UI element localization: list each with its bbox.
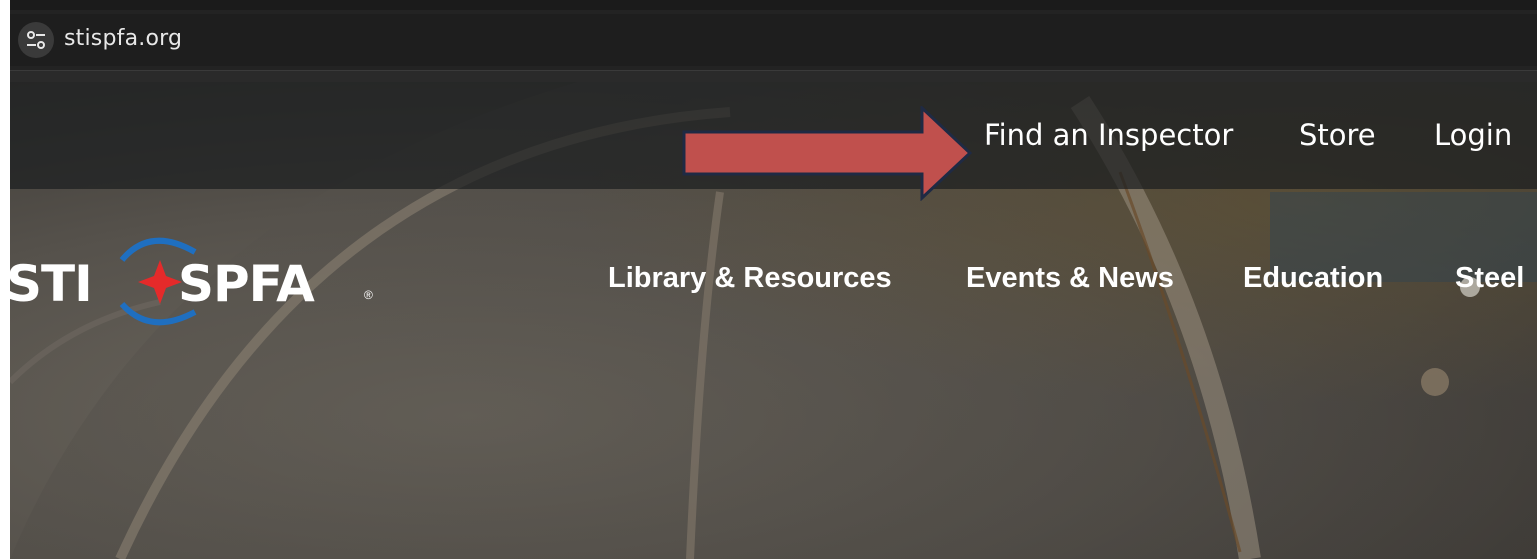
site-info-button[interactable] (18, 22, 54, 58)
login-link[interactable]: Login (1434, 118, 1512, 152)
hero-section: Find an Inspector Store Login STI SPFA ®… (10, 82, 1537, 559)
sti-spfa-logo[interactable]: STI SPFA ® (10, 232, 390, 332)
toolbar-divider (10, 70, 1537, 82)
logo-text-sti: STI (10, 255, 93, 313)
find-inspector-link[interactable]: Find an Inspector (984, 118, 1233, 152)
logo-text-spfa: SPFA (178, 255, 315, 313)
nav-education[interactable]: Education (1243, 262, 1383, 295)
tab-strip-edge (10, 0, 1537, 10)
store-link[interactable]: Store (1299, 118, 1376, 152)
url-text[interactable]: stispfa.org (64, 26, 182, 51)
left-margin (0, 0, 10, 559)
annotation-arrow-icon (682, 106, 972, 201)
nav-steel[interactable]: Steel (1455, 262, 1524, 295)
omnibox[interactable]: stispfa.org (10, 14, 1537, 66)
registered-mark: ® (364, 288, 373, 302)
nav-events-news[interactable]: Events & News (966, 262, 1174, 295)
browser-address-bar: stispfa.org (10, 0, 1537, 82)
tune-icon (27, 31, 45, 49)
nav-library-resources[interactable]: Library & Resources (608, 262, 892, 295)
